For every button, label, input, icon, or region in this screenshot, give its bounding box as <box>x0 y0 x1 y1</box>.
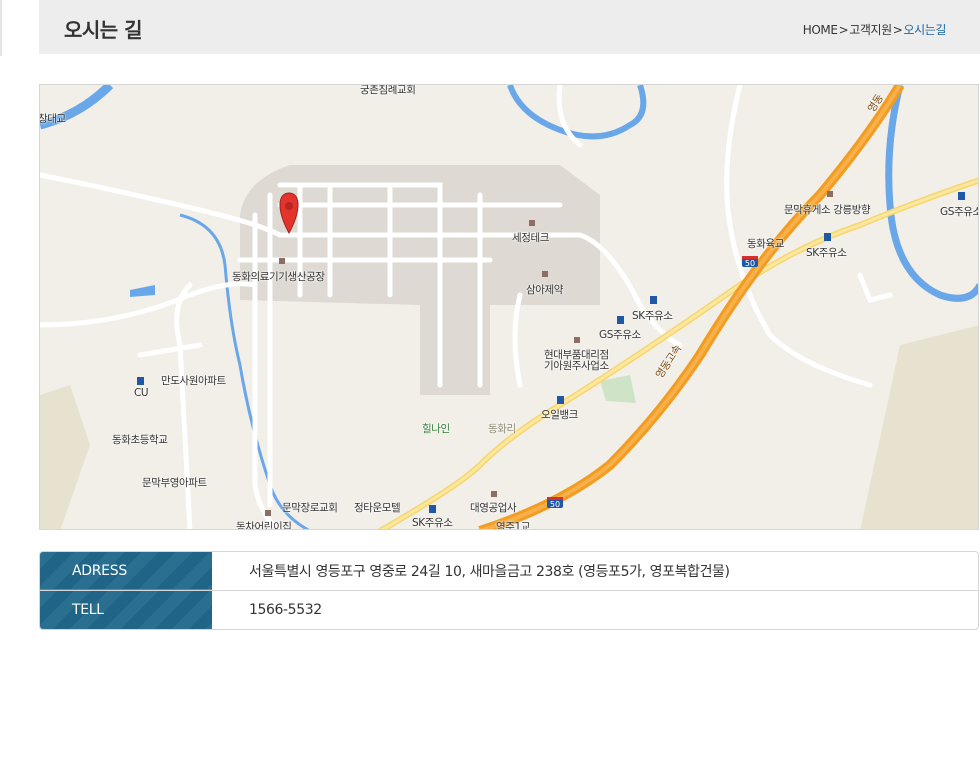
address-value: 서울특별시 영등포구 영중로 24길 10, 새마을금고 238호 (영등포5가… <box>249 564 730 580</box>
terrain-area <box>860 325 978 529</box>
map-label: 동화초등학교 <box>112 434 168 446</box>
route-shield-number: 50 <box>550 500 560 509</box>
map-label: 삼아제약 <box>526 284 564 296</box>
map-label: 문막장로교회 <box>282 502 338 514</box>
map-label: 만도사원아파트 <box>161 375 226 387</box>
map-label: 오일뱅크 <box>541 409 579 421</box>
expressway <box>478 85 905 529</box>
location-map[interactable]: 50 50 궁촌침례교회 창대교 세정테크 동화의료기기생산공장 삼아제약 문막… <box>39 84 979 530</box>
breadcrumb-separator: > <box>838 23 849 37</box>
map-label: CU <box>134 387 149 399</box>
breadcrumb: HOME>고객지원>오시는길 <box>803 21 947 38</box>
map-label: SK주유소 <box>412 517 453 529</box>
map-label: 동화육교 <box>747 238 785 250</box>
map-label: 대영공업사 <box>470 502 517 514</box>
route-shield-icon: 50 <box>742 256 758 268</box>
map-label: 세정테크 <box>512 232 550 244</box>
river <box>507 85 647 140</box>
terrain-area <box>40 385 90 529</box>
map-label: SK주유소 <box>806 247 847 259</box>
route-shield-number: 50 <box>745 259 755 268</box>
map-label: 힐나인 <box>422 423 450 435</box>
map-label: GS주유소 <box>940 206 979 218</box>
map-canvas: 50 50 <box>40 85 978 529</box>
map-label: SK주유소 <box>632 310 673 322</box>
map-label: 영주1교 <box>496 521 531 530</box>
map-label: 창대교 <box>39 113 66 125</box>
map-label: 기아원주사업소 <box>544 360 609 372</box>
tel-label: TELL <box>40 591 212 629</box>
breadcrumb-home[interactable]: HOME <box>803 23 838 37</box>
map-label: 동화의료기기생산공장 <box>232 271 325 283</box>
contact-info-table: ADRESS 서울특별시 영등포구 영중로 24길 10, 새마을금고 238호… <box>39 551 979 630</box>
breadcrumb-separator: > <box>892 23 903 37</box>
page-header: 오시는 길 HOME>고객지원>오시는길 <box>39 0 980 54</box>
map-label: 동차어린이집 <box>236 521 292 530</box>
address-row: ADRESS 서울특별시 영등포구 영중로 24길 10, 새마을금고 238호… <box>40 552 978 591</box>
map-label: GS주유소 <box>599 329 641 341</box>
breadcrumb-section[interactable]: 고객지원 <box>849 23 892 37</box>
left-edge-divider <box>0 0 2 56</box>
map-label: 동화리 <box>488 423 516 435</box>
tel-row: TELL 1566-5532 <box>40 591 978 629</box>
breadcrumb-current[interactable]: 오시는길 <box>903 23 946 37</box>
tel-value: 1566-5532 <box>249 602 322 618</box>
map-label: 정타운모텔 <box>354 502 401 514</box>
map-label: 문막휴게소 강릉방향 <box>784 204 871 216</box>
route-shield-icon: 50 <box>547 497 563 509</box>
map-label: 문막부영아파트 <box>142 477 207 489</box>
page-title: 오시는 길 <box>64 18 143 42</box>
map-label: 궁촌침례교회 <box>360 84 416 96</box>
river <box>885 85 978 302</box>
address-label: ADRESS <box>40 552 212 590</box>
pond <box>130 285 155 297</box>
